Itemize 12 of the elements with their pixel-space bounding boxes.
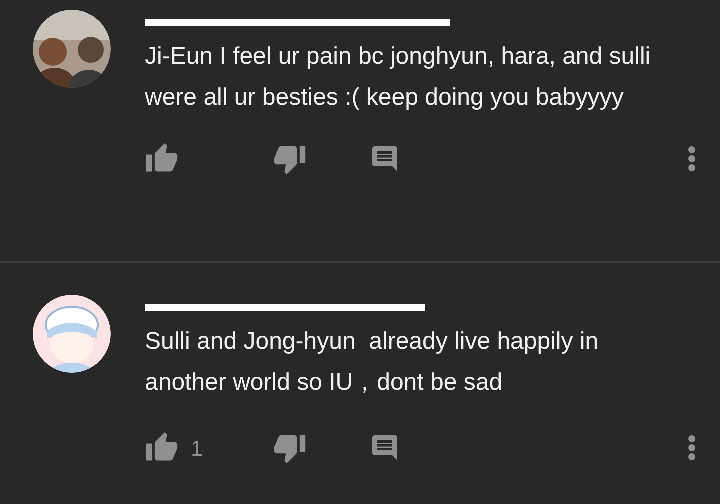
more-icon bbox=[688, 146, 696, 172]
more-button[interactable] bbox=[688, 435, 696, 461]
more-button[interactable] bbox=[688, 146, 696, 172]
comment-icon bbox=[370, 144, 400, 174]
reply-button[interactable] bbox=[370, 433, 400, 463]
comment-text: Ji-Eun I feel ur pain bc jonghyun, hara, and sulli were all ur besties :( keep doing you babyyyy bbox=[145, 42, 652, 113]
like-count: 1 bbox=[191, 434, 204, 462]
reply-button[interactable] bbox=[370, 144, 400, 174]
comment-text: Sulli and Jong-hyun already live happily in another world so IU，dont be sad bbox=[145, 327, 600, 398]
comment-icon bbox=[370, 433, 400, 463]
like-button[interactable]: 1 bbox=[145, 431, 273, 465]
more-icon bbox=[688, 435, 696, 461]
